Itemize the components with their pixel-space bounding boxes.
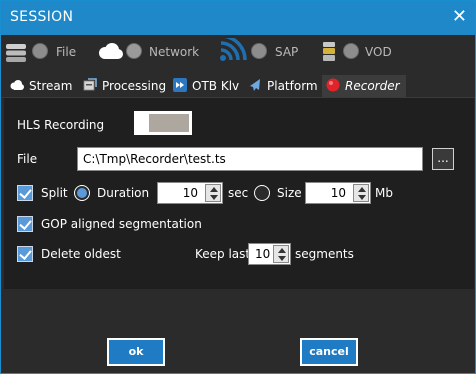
duration-spin-arrows[interactable] [205, 184, 221, 202]
source-file-radio[interactable] [32, 43, 48, 59]
source-vod-label: VOD [365, 45, 392, 59]
spin-down-icon[interactable] [278, 256, 286, 261]
spin-down-icon[interactable] [358, 195, 366, 200]
source-network-label: Network [149, 45, 200, 59]
title-bar: SESSION ✕ [1, 1, 475, 35]
session-dialog: SESSION ✕ File Network SAP VOD Stream Pr… [0, 0, 476, 374]
tab-stream[interactable]: Stream [10, 75, 72, 97]
vod-icon [323, 42, 335, 61]
tab-processing-label: Processing [102, 79, 167, 93]
source-sap-label: SAP [275, 45, 299, 59]
file-label: File [17, 152, 38, 166]
duration-label: Duration [97, 186, 150, 200]
tab-stream-label: Stream [29, 79, 73, 93]
record-icon [326, 78, 340, 92]
hls-recording-label: HLS Recording [17, 118, 105, 132]
duration-value: 10 [182, 186, 198, 200]
spin-up-icon[interactable] [358, 187, 366, 192]
duration-unit: sec [228, 186, 249, 200]
segments-label: segments [295, 247, 354, 261]
source-sap-radio[interactable] [251, 43, 267, 59]
size-spin-arrows[interactable] [353, 184, 369, 202]
cloud-icon [10, 80, 24, 90]
duration-radio[interactable] [74, 185, 90, 201]
size-unit: Mb [375, 186, 393, 200]
source-selector: File Network SAP VOD [1, 37, 475, 69]
split-checkbox[interactable] [17, 185, 33, 201]
plane-icon [250, 79, 260, 91]
size-value: 10 [330, 186, 346, 200]
ok-button[interactable]: ok [107, 338, 165, 366]
tab-otb-klv-label: OTB Klv [192, 79, 240, 93]
tab-otb-klv[interactable]: OTB Klv [173, 75, 239, 97]
split-label: Split [41, 186, 68, 200]
spin-up-icon[interactable] [278, 248, 286, 253]
toggle-track [149, 114, 189, 132]
gop-checkbox[interactable] [17, 216, 33, 232]
cancel-button[interactable]: cancel [300, 338, 358, 366]
source-network-radio[interactable] [126, 43, 142, 59]
tab-bar: Stream Processing OTB Klv Platform Recor… [4, 75, 474, 97]
source-file-label: File [56, 45, 77, 59]
spin-down-icon[interactable] [210, 195, 218, 200]
keep-last-label: Keep last [195, 247, 251, 261]
keep-spin-arrows[interactable] [273, 245, 289, 263]
size-stepper[interactable]: 10 [305, 182, 371, 204]
tab-recorder-label: Recorder [345, 79, 400, 93]
dialog-title: SESSION [10, 9, 74, 25]
tab-platform[interactable]: Platform [248, 75, 318, 97]
delete-oldest-label: Delete oldest [41, 247, 121, 261]
broadcast-icon [220, 38, 247, 61]
klv-icon [173, 78, 187, 92]
tab-processing[interactable]: Processing [83, 75, 166, 97]
file-path-input[interactable]: C:\Tmp\Recorder\test.ts [77, 147, 423, 171]
browse-button[interactable]: ... [432, 148, 454, 170]
hls-recording-toggle[interactable] [134, 111, 192, 135]
spin-up-icon[interactable] [210, 187, 218, 192]
tab-platform-label: Platform [267, 79, 318, 93]
close-icon[interactable]: ✕ [452, 6, 467, 27]
cloud-icon [99, 43, 123, 59]
toggle-knob [137, 114, 147, 132]
keep-last-value: 10 [255, 247, 271, 261]
database-icon [6, 44, 26, 62]
source-vod-radio[interactable] [343, 43, 359, 59]
processing-icon [83, 78, 97, 91]
tab-recorder[interactable]: Recorder [322, 75, 406, 97]
keep-last-stepper[interactable]: 10 [248, 243, 291, 265]
size-label: Size [277, 186, 302, 200]
delete-oldest-checkbox[interactable] [17, 246, 33, 262]
duration-stepper[interactable]: 10 [157, 182, 223, 204]
gop-label: GOP aligned segmentation [41, 217, 202, 231]
size-radio[interactable] [254, 185, 270, 201]
